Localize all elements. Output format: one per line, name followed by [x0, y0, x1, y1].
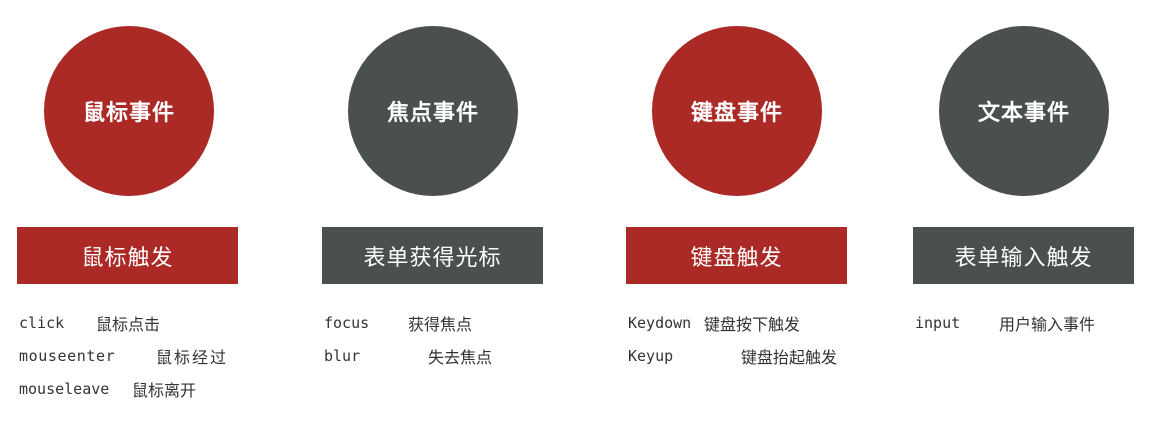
- focus-trigger-label: 表单获得光标: [363, 245, 502, 271]
- list-item: Keydown 键盘按下触发: [628, 306, 837, 339]
- column-mouse-events: 鼠标事件 鼠标触发 click 鼠标点击 mouseenter 鼠标经过 mou…: [17, 0, 238, 426]
- event-description: 鼠标经过: [156, 347, 229, 367]
- focus-events-list: focus 获得焦点 blur 失去焦点: [324, 306, 492, 372]
- event-code: Keyup: [628, 346, 674, 365]
- event-code: mouseleave: [19, 379, 110, 398]
- list-item: mouseenter 鼠标经过: [19, 339, 228, 372]
- event-code: mouseenter: [19, 346, 116, 365]
- keyboard-events-circle: 键盘事件: [652, 26, 822, 196]
- text-events-list: input 用户输入事件: [915, 306, 1095, 339]
- list-item: click 鼠标点击: [19, 306, 228, 339]
- list-item: focus 获得焦点: [324, 306, 492, 339]
- list-item: mouseleave 鼠标离开: [19, 372, 228, 405]
- keyboard-events-title: 键盘事件: [690, 101, 783, 126]
- event-description: 获得焦点: [408, 314, 473, 334]
- column-focus-events: 焦点事件 表单获得光标 focus 获得焦点 blur 失去焦点: [322, 0, 543, 426]
- event-description: 鼠标离开: [132, 380, 197, 400]
- event-code: blur: [324, 346, 361, 365]
- mouse-events-title: 鼠标事件: [82, 101, 175, 126]
- mouse-events-circle: 鼠标事件: [44, 26, 214, 196]
- focus-events-title: 焦点事件: [386, 101, 479, 126]
- event-description: 失去焦点: [428, 347, 493, 367]
- keyboard-trigger-band: 键盘触发: [626, 227, 847, 284]
- event-description: 鼠标点击: [96, 314, 161, 334]
- event-code: Keydown: [628, 313, 692, 332]
- mouse-trigger-label: 鼠标触发: [81, 245, 174, 271]
- event-code: click: [19, 313, 65, 332]
- text-trigger-label: 表单输入触发: [954, 245, 1093, 271]
- column-keyboard-events: 键盘事件 键盘触发 Keydown 键盘按下触发 Keyup 键盘抬起触发: [626, 0, 847, 426]
- event-description: 键盘按下触发: [704, 314, 801, 334]
- keyboard-trigger-label: 键盘触发: [690, 245, 783, 271]
- text-events-title: 文本事件: [977, 101, 1070, 126]
- event-code: input: [915, 313, 961, 332]
- event-code: focus: [324, 313, 370, 332]
- column-text-events: 文本事件 表单输入触发 input 用户输入事件: [913, 0, 1134, 426]
- list-item: blur 失去焦点: [324, 339, 492, 372]
- list-item: Keyup 键盘抬起触发: [628, 339, 837, 372]
- focus-events-circle: 焦点事件: [348, 26, 518, 196]
- event-description: 用户输入事件: [999, 314, 1096, 334]
- mouse-events-list: click 鼠标点击 mouseenter 鼠标经过 mouseleave 鼠标…: [19, 306, 228, 405]
- text-events-circle: 文本事件: [939, 26, 1109, 196]
- event-description: 键盘抬起触发: [741, 347, 838, 367]
- mouse-trigger-band: 鼠标触发: [17, 227, 238, 284]
- focus-trigger-band: 表单获得光标: [322, 227, 543, 284]
- list-item: input 用户输入事件: [915, 306, 1095, 339]
- text-trigger-band: 表单输入触发: [913, 227, 1134, 284]
- keyboard-events-list: Keydown 键盘按下触发 Keyup 键盘抬起触发: [628, 306, 837, 372]
